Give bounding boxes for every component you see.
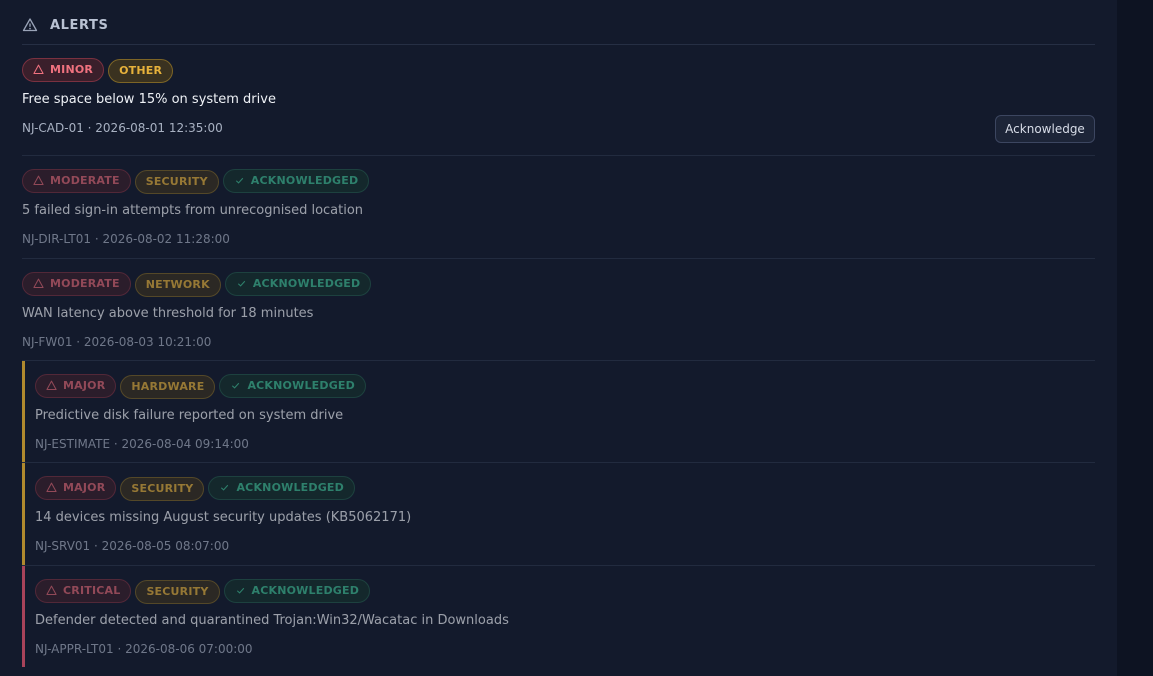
alert-message: 14 devices missing August security updat… bbox=[35, 510, 412, 525]
alert-item: MAJOR HARDWARE ACKNOWLEDGED Predictive d… bbox=[22, 361, 1095, 463]
checkmark-icon bbox=[221, 484, 229, 491]
warning-triangle-icon bbox=[46, 482, 57, 493]
category-badge: NETWORK bbox=[134, 272, 221, 297]
severity-badge: MODERATE bbox=[22, 271, 131, 296]
category-badge: HARDWARE bbox=[120, 374, 216, 399]
category-badge: OTHER bbox=[108, 58, 174, 83]
alert-message: WAN latency above threshold for 18 minut… bbox=[22, 306, 314, 321]
alert-meta: NJ-DIR-LT01 · 2026-08-02 11:28:00 bbox=[22, 232, 230, 246]
acknowledged-badge: ACKNOWLEDGED bbox=[224, 271, 372, 296]
alert-meta: NJ-CAD-01 · 2026-08-01 12:35:00 bbox=[22, 121, 223, 135]
severity-bar bbox=[22, 463, 25, 565]
severity-badge: MODERATE bbox=[22, 168, 131, 193]
warning-triangle-icon bbox=[33, 278, 44, 289]
acknowledged-badge: ACKNOWLEDGED bbox=[222, 168, 370, 193]
row-divider bbox=[22, 155, 1095, 156]
severity-badge: MAJOR bbox=[35, 373, 117, 398]
alert-item: MINOR OTHER Free space below 15% on syst… bbox=[22, 57, 1095, 156]
alert-item: MODERATE NETWORK ACKNOWLEDGED WAN latenc… bbox=[22, 271, 1095, 361]
row-divider bbox=[22, 258, 1095, 259]
acknowledge-button[interactable]: Acknowledge bbox=[995, 115, 1095, 143]
severity-bar bbox=[22, 361, 25, 462]
checkmark-icon bbox=[235, 177, 243, 184]
severity-badge: MAJOR bbox=[35, 475, 117, 500]
severity-bar bbox=[22, 566, 25, 667]
category-badge: SECURITY bbox=[135, 579, 220, 604]
severity-badge: MINOR bbox=[22, 57, 105, 82]
alerts-panel: ALERTS MINOR OTHER Free space below 15% … bbox=[0, 0, 1117, 676]
alert-message: Defender detected and quarantined Trojan… bbox=[35, 613, 509, 628]
alert-meta: NJ-FW01 · 2026-08-03 10:21:00 bbox=[22, 335, 212, 349]
alert-meta: NJ-APPR-LT01 · 2026-08-06 07:00:00 bbox=[35, 642, 253, 656]
acknowledged-badge: ACKNOWLEDGED bbox=[208, 475, 355, 500]
alerts-header: ALERTS bbox=[22, 15, 108, 35]
alert-item: MAJOR SECURITY ACKNOWLEDGED 14 devices m… bbox=[22, 463, 1095, 566]
warning-triangle-icon bbox=[33, 64, 44, 75]
right-sidebar-edge bbox=[1117, 0, 1153, 676]
alert-message: 5 failed sign-in attempts from unrecogni… bbox=[22, 203, 364, 218]
acknowledged-badge: ACKNOWLEDGED bbox=[219, 373, 366, 398]
checkmark-icon bbox=[237, 280, 246, 287]
severity-badge: CRITICAL bbox=[35, 578, 132, 603]
alerts-title: ALERTS bbox=[50, 17, 109, 33]
warning-triangle-icon bbox=[46, 585, 57, 596]
alert-message: Free space below 15% on system drive bbox=[22, 92, 276, 107]
alert-item: MODERATE SECURITY ACKNOWLEDGED 5 failed … bbox=[22, 168, 1095, 259]
warning-triangle-icon bbox=[46, 380, 57, 391]
header-divider bbox=[22, 44, 1095, 45]
category-badge: SECURITY bbox=[134, 169, 219, 194]
alert-item: CRITICAL SECURITY ACKNOWLEDGED Defender … bbox=[22, 566, 1095, 668]
alert-meta: NJ-SRV01 · 2026-08-05 08:07:00 bbox=[35, 539, 230, 553]
category-badge: SECURITY bbox=[120, 476, 205, 501]
warning-triangle-icon bbox=[33, 175, 44, 186]
checkmark-icon bbox=[236, 587, 244, 594]
alert-message: Predictive disk failure reported on syst… bbox=[35, 408, 344, 423]
warning-triangle-icon bbox=[22, 18, 38, 32]
alert-meta: NJ-ESTIMATE · 2026-08-04 09:14:00 bbox=[35, 437, 249, 451]
checkmark-icon bbox=[232, 382, 240, 389]
acknowledged-badge: ACKNOWLEDGED bbox=[223, 578, 371, 603]
